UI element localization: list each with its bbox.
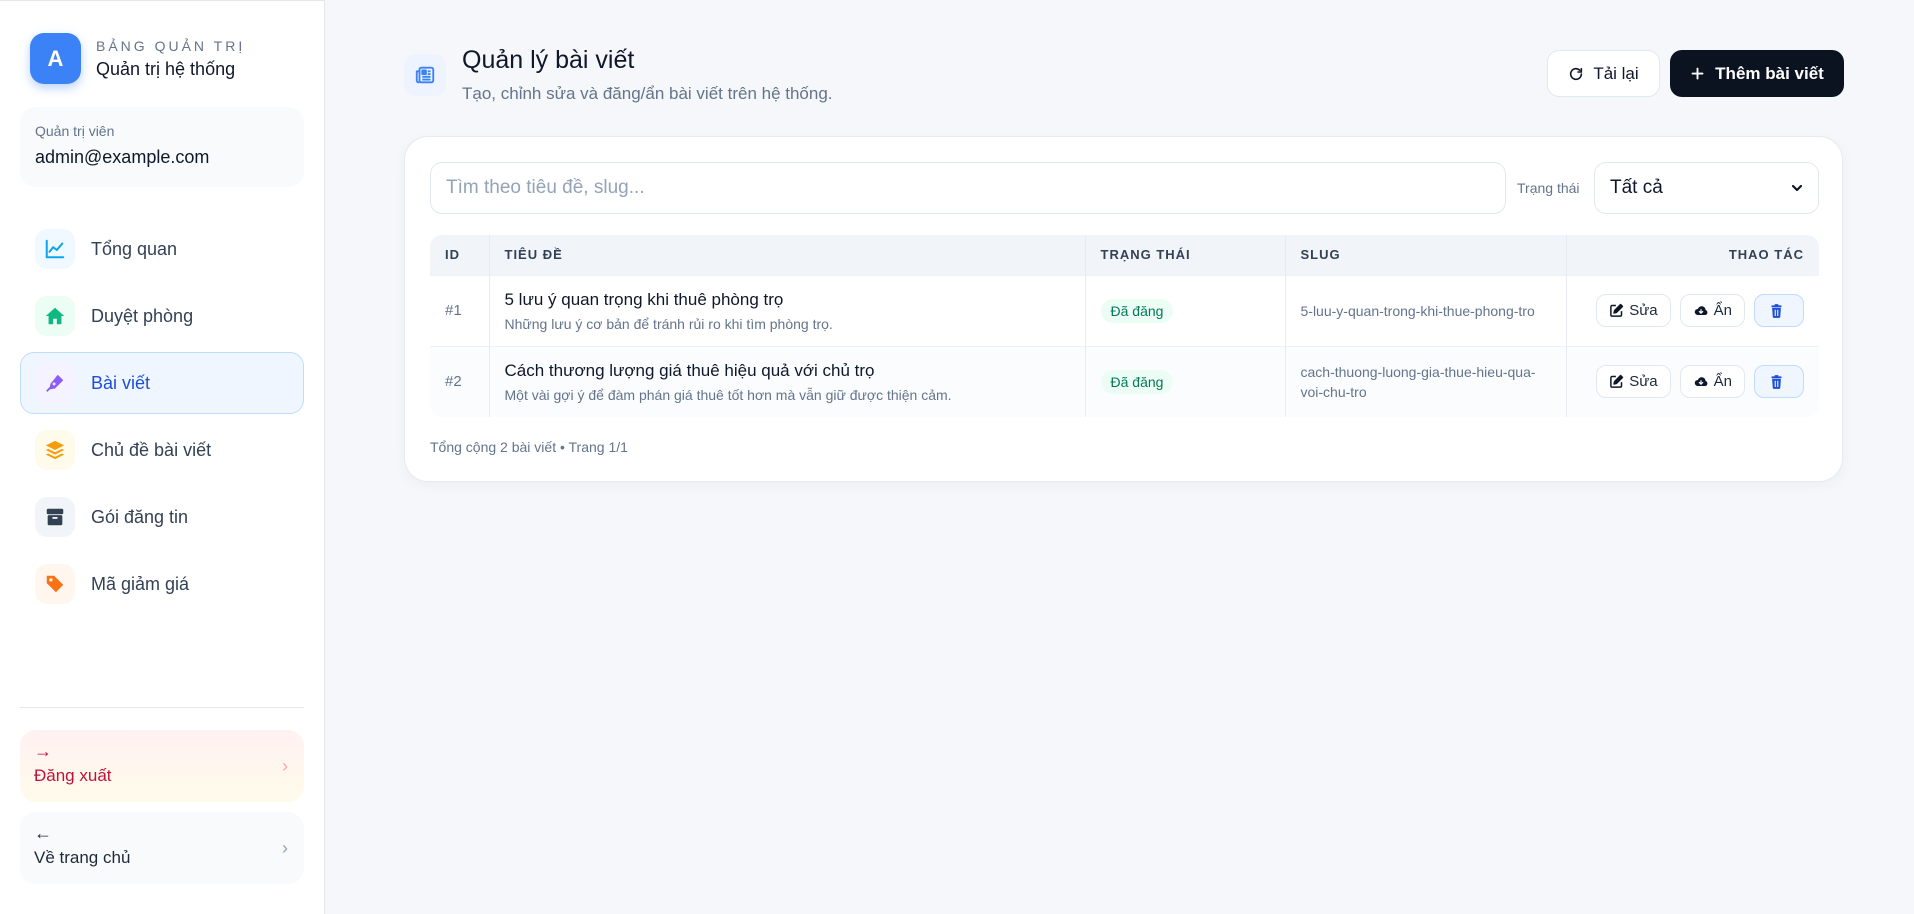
status-select-value: Tất cả <box>1610 177 1663 198</box>
sidebar-divider <box>20 707 304 708</box>
status-badge: Đã đăng <box>1100 369 1174 394</box>
post-slug: cach-thuong-luong-gia-thue-hieu-qua-voi-… <box>1300 363 1536 400</box>
table-row: #1 5 lưu ý quan trọng khi thuê phòng trọ… <box>430 274 1819 346</box>
table-summary: Tổng cộng 2 bài viết • Trang 1/1 <box>430 439 628 455</box>
sidebar-item-overview[interactable]: Tổng quan <box>20 218 304 280</box>
back-home-button[interactable]: ← Về trang chủ › <box>20 812 304 884</box>
delete-button[interactable] <box>1754 365 1804 399</box>
sidebar-item-listing-packages[interactable]: Gói đăng tin <box>20 486 304 548</box>
delete-button[interactable] <box>1754 294 1804 327</box>
newspaper-icon <box>404 54 446 96</box>
posts-table: ID TIÊU ĐỀ TRẠNG THÁI SLUG THAO TÁC #1 5… <box>430 235 1819 417</box>
refresh-icon <box>1570 67 1583 80</box>
row-title-cell: 5 lưu ý quan trọng khi thuê phòng trọ Nh… <box>489 274 1086 346</box>
post-slug: 5-luu-y-quan-trong-khi-thue-phong-tro <box>1300 302 1535 319</box>
edit-icon <box>1610 303 1624 317</box>
row-id: #2 <box>430 345 490 417</box>
row-title-cell: Cách thương lượng giá thuê hiệu quả với … <box>489 345 1086 417</box>
column-header-slug: SLUG <box>1285 235 1567 275</box>
back-home-label: Về trang chủ <box>34 848 131 867</box>
sidebar-nav: Tổng quan Duyệt phòng Bài viết Chủ đề bà… <box>20 218 304 620</box>
add-post-label: Thêm bài viết <box>1715 63 1824 83</box>
reload-button[interactable]: Tải lại <box>1547 50 1660 97</box>
row-actions-cell: Sửa Ẩn <box>1566 345 1819 417</box>
hide-label: Ẩn <box>1713 302 1732 319</box>
sidebar-item-label: Gói đăng tin <box>91 506 189 527</box>
admin-card: Quản trị viên admin@example.com <box>20 107 304 187</box>
logout-button[interactable]: → Đăng xuất › <box>20 730 304 802</box>
post-excerpt: Một vài gợi ý để đàm phán giá thuê tốt h… <box>504 386 952 403</box>
column-header-actions: THAO TÁC <box>1566 235 1819 275</box>
post-title: Cách thương lượng giá thuê hiệu quả với … <box>504 360 875 380</box>
status-filter-label: Trạng thái <box>1517 180 1580 196</box>
chevron-right-icon: › <box>282 838 288 858</box>
arrow-left-icon: ← <box>34 823 52 843</box>
sidebar-item-label: Chủ đề bài viết <box>91 439 212 460</box>
layers-icon <box>35 430 75 470</box>
trash-icon <box>1771 303 1782 318</box>
sidebar-item-post-topics[interactable]: Chủ đề bài viết <box>20 419 304 481</box>
edit-button[interactable]: Sửa <box>1596 294 1671 327</box>
status-badge: Đã đăng <box>1100 298 1174 323</box>
sidebar-item-room-review[interactable]: Duyệt phòng <box>20 285 304 347</box>
page-subtitle: Tạo, chỉnh sửa và đăng/ẩn bài viết trên … <box>462 84 833 103</box>
tag-icon <box>35 564 75 604</box>
page-title: Quản lý bài viết <box>462 46 635 74</box>
chevron-right-icon: › <box>282 756 288 776</box>
edit-label: Sửa <box>1629 302 1658 319</box>
row-status-cell: Đã đăng <box>1085 274 1286 346</box>
chevron-down-icon <box>1791 184 1803 192</box>
plus-icon <box>1691 67 1704 80</box>
sidebar-item-coupons[interactable]: Mã giảm giá <box>20 553 304 615</box>
row-actions-cell: Sửa Ẩn <box>1566 274 1819 346</box>
search-input[interactable] <box>430 162 1506 214</box>
box-icon <box>35 497 75 537</box>
column-header-title: TIÊU ĐỀ <box>489 235 1086 275</box>
edit-button[interactable]: Sửa <box>1596 365 1671 399</box>
brand: A BẢNG QUẢN TRỊ Quản trị hệ thống <box>30 33 245 84</box>
hide-label: Ẩn <box>1713 373 1732 391</box>
hide-button[interactable]: Ẩn <box>1679 294 1745 327</box>
sidebar: A BẢNG QUẢN TRỊ Quản trị hệ thống Quản t… <box>0 0 325 914</box>
row-slug-cell: 5-luu-y-quan-trong-khi-thue-phong-tro <box>1285 274 1567 346</box>
chart-line-icon <box>35 229 75 269</box>
post-excerpt: Những lưu ý cơ bản để tránh rủi ro khi t… <box>504 315 833 332</box>
logout-label: Đăng xuất <box>34 766 112 785</box>
add-post-button[interactable]: Thêm bài viết <box>1670 50 1844 97</box>
table-header-row: ID TIÊU ĐỀ TRẠNG THÁI SLUG THAO TÁC <box>430 235 1819 275</box>
edit-icon <box>1610 375 1624 389</box>
reload-label: Tải lại <box>1593 63 1639 83</box>
sidebar-item-label: Bài viết <box>91 372 151 393</box>
trash-icon <box>1771 374 1782 389</box>
brand-avatar: A <box>30 33 81 84</box>
arrow-right-icon: → <box>34 741 52 761</box>
sidebar-item-label: Mã giảm giá <box>91 573 190 594</box>
home-icon <box>35 296 75 336</box>
edit-label: Sửa <box>1629 373 1658 391</box>
cloud-download-icon <box>1694 305 1708 315</box>
sidebar-item-posts[interactable]: Bài viết <box>20 352 304 414</box>
brand-title: Quản trị hệ thống <box>96 58 236 79</box>
status-select[interactable]: Tất cả <box>1594 162 1819 214</box>
row-id: #1 <box>430 274 490 346</box>
sidebar-item-label: Tổng quan <box>91 238 178 259</box>
table-row: #2 Cách thương lượng giá thuê hiệu quả v… <box>430 345 1819 417</box>
cloud-download-icon <box>1694 376 1708 386</box>
post-title: 5 lưu ý quan trọng khi thuê phòng trọ <box>504 289 784 309</box>
brand-kicker: BẢNG QUẢN TRỊ <box>96 37 246 54</box>
column-header-status: TRẠNG THÁI <box>1085 235 1286 275</box>
pen-nib-icon <box>35 363 75 403</box>
sidebar-item-label: Duyệt phòng <box>91 305 194 326</box>
row-slug-cell: cach-thuong-luong-gia-thue-hieu-qua-voi-… <box>1285 345 1567 417</box>
admin-role: Quản trị viên <box>35 123 115 139</box>
row-status-cell: Đã đăng <box>1085 345 1286 417</box>
column-header-id: ID <box>430 235 490 275</box>
hide-button[interactable]: Ẩn <box>1679 365 1745 399</box>
admin-email: admin@example.com <box>35 147 210 167</box>
posts-card: Trạng thái Tất cả ID TIÊU ĐỀ TRẠNG THÁI … <box>404 136 1843 482</box>
